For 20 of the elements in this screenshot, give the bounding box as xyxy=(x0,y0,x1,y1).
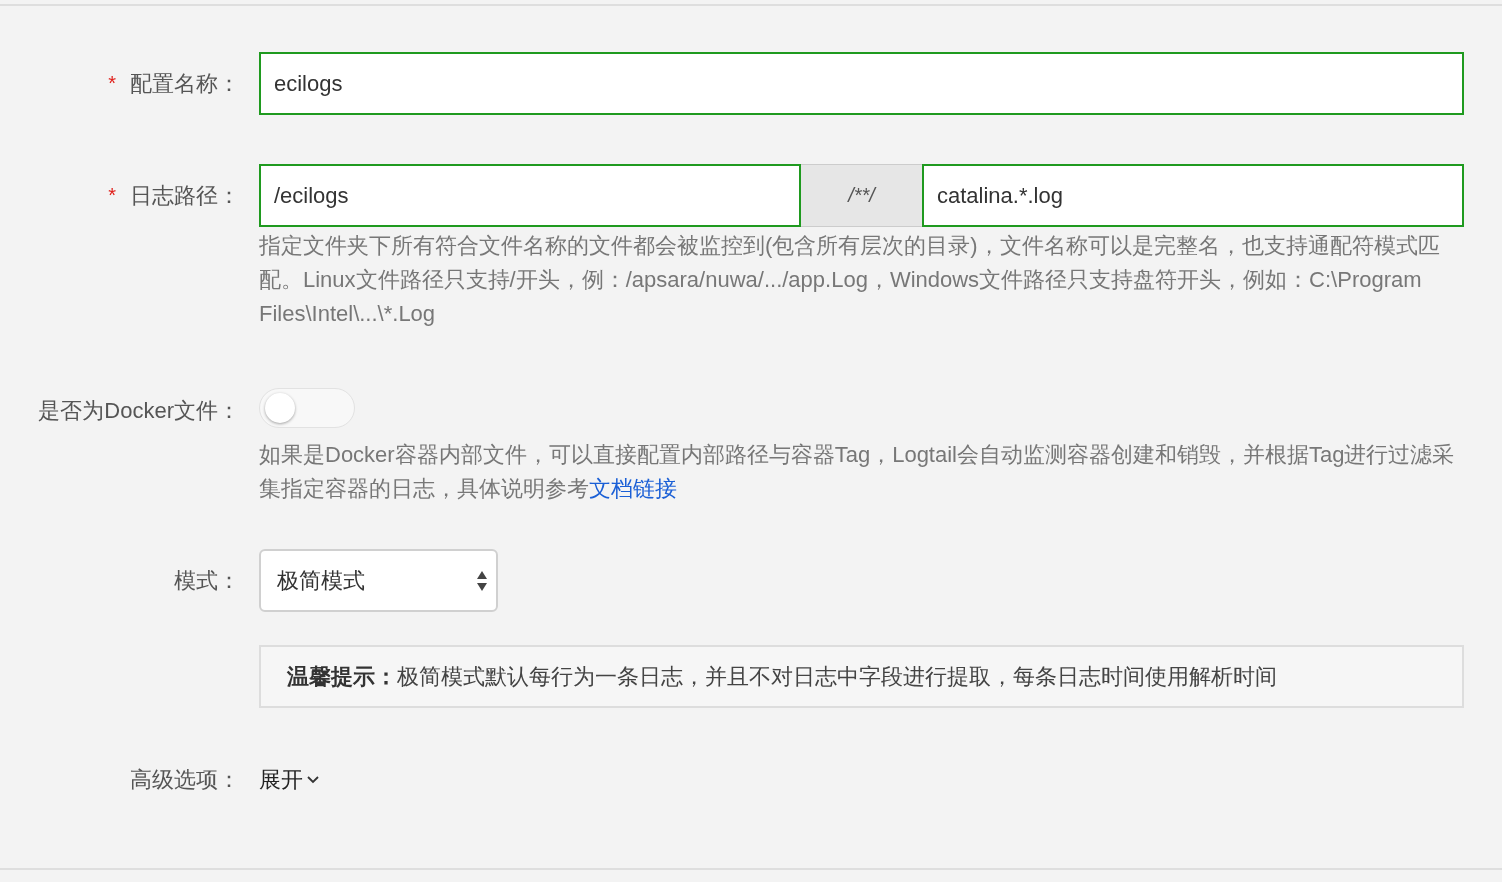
input-field[interactable]: ecilogs xyxy=(259,52,1464,115)
input-field[interactable]: /ecilogs xyxy=(259,164,801,227)
field-label: 日志路径： xyxy=(130,181,240,210)
toggle-switch[interactable] xyxy=(259,388,355,428)
input-field[interactable]: catalina.*.log xyxy=(922,164,1464,227)
expand-link[interactable]: 展开 xyxy=(259,765,319,795)
help-text: 指定文件夹下所有符合文件名称的文件都会被监控到(包含所有层次的目录)，文件名称可以是完整名，也支持通配符模式匹配。Linux文件路径只支持/开头，例：/apsara/nuwa/.../app.Log，Windows文件路径只支持盘符开头，例如：C:\Program Files\Intel\...\*.Log xyxy=(259,232,1441,328)
mode-select[interactable]: 极简模式 xyxy=(259,549,498,612)
help-text: 如果是Docker容器内部文件，可以直接配置内部路径与容器Tag，Logtail会自动监测容器创建和销毁，并根据Tag进行过滤采集指定容器的日志，具体说明参考文档链接 xyxy=(259,441,1456,503)
tip-text: 温馨提示：极简模式默认每行为一条日志，并且不对日志中字段进行提取，每条日志时间使用解析时间 xyxy=(287,662,1277,691)
doc-link[interactable]: 文档链接 xyxy=(589,476,677,501)
field-label: 模式： xyxy=(174,566,240,595)
chevron-icon xyxy=(307,776,319,784)
required-mark: * xyxy=(108,184,116,207)
field-label: 是否为Docker文件： xyxy=(38,397,240,425)
sort-caret-icon xyxy=(476,569,488,592)
required-mark: * xyxy=(108,72,116,95)
field-label: 配置名称： xyxy=(130,69,240,98)
field-label: 高级选项： xyxy=(130,766,240,794)
path-separator: /**/ xyxy=(801,164,922,227)
